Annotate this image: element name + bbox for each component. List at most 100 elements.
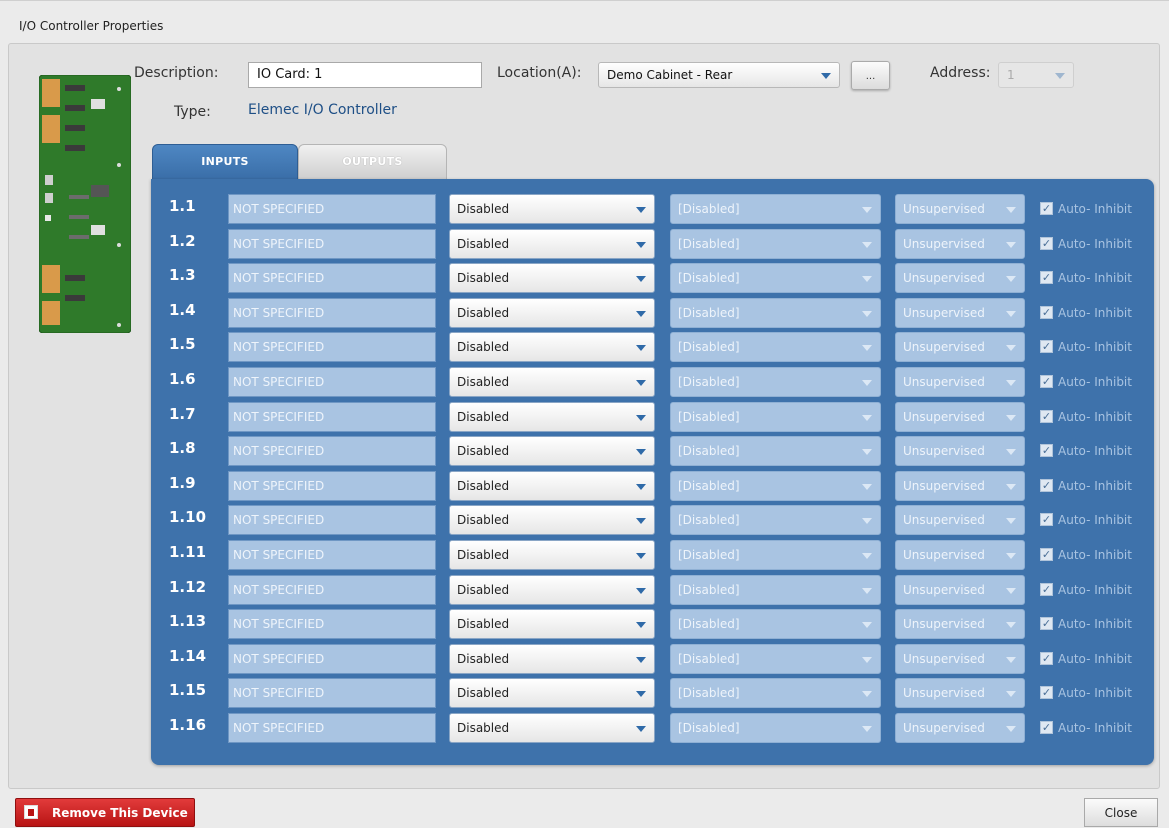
input-supervision-select[interactable]: Unsupervised [895, 575, 1025, 605]
input-supervision-select[interactable]: Unsupervised [895, 194, 1025, 224]
input-name-field[interactable]: NOT SPECIFIED [228, 332, 436, 362]
auto-inhibit-checkbox[interactable]: ✓ [1040, 202, 1053, 215]
input-supervision-select[interactable]: Unsupervised [895, 609, 1025, 639]
input-name-field[interactable]: NOT SPECIFIED [228, 402, 436, 432]
auto-inhibit-checkbox[interactable]: ✓ [1040, 479, 1053, 492]
auto-inhibit-checkbox[interactable]: ✓ [1040, 444, 1053, 457]
input-name-field[interactable]: NOT SPECIFIED [228, 471, 436, 501]
tab-outputs[interactable]: OUTPUTS [298, 144, 447, 180]
chevron-down-icon [862, 207, 872, 213]
input-mode-select[interactable]: Disabled [449, 713, 655, 743]
input-mode-select[interactable]: Disabled [449, 505, 655, 535]
input-action-select[interactable]: [Disabled] [670, 436, 881, 466]
auto-inhibit-checkbox[interactable]: ✓ [1040, 617, 1053, 630]
input-supervision-select[interactable]: Unsupervised [895, 471, 1025, 501]
input-supervision-select[interactable]: Unsupervised [895, 229, 1025, 259]
input-supervision-select[interactable]: Unsupervised [895, 644, 1025, 674]
input-name-field[interactable]: NOT SPECIFIED [228, 540, 436, 570]
input-action-select[interactable]: [Disabled] [670, 678, 881, 708]
input-action-select[interactable]: [Disabled] [670, 644, 881, 674]
chevron-down-icon [636, 276, 646, 282]
input-mode-select[interactable]: Disabled [449, 367, 655, 397]
input-action-select[interactable]: [Disabled] [670, 263, 881, 293]
chevron-down-icon [862, 345, 872, 351]
auto-inhibit-checkbox[interactable]: ✓ [1040, 513, 1053, 526]
input-action-select[interactable]: [Disabled] [670, 609, 881, 639]
auto-inhibit-label: Auto- Inhibit [1058, 410, 1132, 424]
input-name-field[interactable]: NOT SPECIFIED [228, 678, 436, 708]
input-action-select[interactable]: [Disabled] [670, 194, 881, 224]
input-action-select[interactable]: [Disabled] [670, 229, 881, 259]
input-mode-select[interactable]: Disabled [449, 332, 655, 362]
input-supervision-select[interactable]: Unsupervised [895, 713, 1025, 743]
auto-inhibit-checkbox[interactable]: ✓ [1040, 721, 1053, 734]
chevron-down-icon [636, 588, 646, 594]
input-name-field[interactable]: NOT SPECIFIED [228, 644, 436, 674]
input-mode-select[interactable]: Disabled [449, 298, 655, 328]
input-action-select[interactable]: [Disabled] [670, 575, 881, 605]
input-name-field[interactable]: NOT SPECIFIED [228, 609, 436, 639]
input-mode-select[interactable]: Disabled [449, 644, 655, 674]
close-button[interactable]: Close [1084, 798, 1158, 827]
auto-inhibit-checkbox[interactable]: ✓ [1040, 340, 1053, 353]
auto-inhibit-checkbox[interactable]: ✓ [1040, 271, 1053, 284]
address-select[interactable]: 1 [998, 62, 1074, 88]
description-input[interactable]: IO Card: 1 [248, 62, 482, 88]
input-name-field[interactable]: NOT SPECIFIED [228, 367, 436, 397]
chevron-down-icon [636, 484, 646, 490]
input-action-select[interactable]: [Disabled] [670, 298, 881, 328]
input-supervision-select[interactable]: Unsupervised [895, 298, 1025, 328]
input-action-select[interactable]: [Disabled] [670, 367, 881, 397]
input-mode-select[interactable]: Disabled [449, 575, 655, 605]
input-supervision-select[interactable]: Unsupervised [895, 402, 1025, 432]
auto-inhibit-checkbox[interactable]: ✓ [1040, 375, 1053, 388]
input-mode-select[interactable]: Disabled [449, 540, 655, 570]
auto-inhibit-label: Auto- Inhibit [1058, 583, 1132, 597]
auto-inhibit-checkbox[interactable]: ✓ [1040, 410, 1053, 423]
input-action-select[interactable]: [Disabled] [670, 402, 881, 432]
remove-device-button[interactable]: Remove This Device [15, 798, 195, 827]
input-number: 1.7 [169, 405, 196, 423]
input-mode-select[interactable]: Disabled [449, 436, 655, 466]
input-supervision-select[interactable]: Unsupervised [895, 332, 1025, 362]
input-name-field[interactable]: NOT SPECIFIED [228, 194, 436, 224]
input-name-field[interactable]: NOT SPECIFIED [228, 505, 436, 535]
auto-inhibit-checkbox[interactable]: ✓ [1040, 237, 1053, 250]
tab-inputs[interactable]: INPUTS [152, 144, 298, 180]
input-name-field[interactable]: NOT SPECIFIED [228, 575, 436, 605]
browse-location-button[interactable]: ... [851, 61, 890, 90]
auto-inhibit-checkbox[interactable]: ✓ [1040, 686, 1053, 699]
location-select[interactable]: Demo Cabinet - Rear [598, 62, 840, 88]
auto-inhibit-checkbox[interactable]: ✓ [1040, 652, 1053, 665]
input-supervision-select[interactable]: Unsupervised [895, 367, 1025, 397]
input-mode-select[interactable]: Disabled [449, 609, 655, 639]
input-mode-select[interactable]: Disabled [449, 402, 655, 432]
input-mode-select[interactable]: Disabled [449, 471, 655, 501]
input-supervision-select[interactable]: Unsupervised [895, 505, 1025, 535]
input-action-select[interactable]: [Disabled] [670, 505, 881, 535]
input-supervision-select[interactable]: Unsupervised [895, 436, 1025, 466]
auto-inhibit-checkbox[interactable]: ✓ [1040, 548, 1053, 561]
chevron-down-icon [1006, 311, 1016, 317]
input-name-field[interactable]: NOT SPECIFIED [228, 436, 436, 466]
input-mode-select[interactable]: Disabled [449, 263, 655, 293]
input-mode-select[interactable]: Disabled [449, 229, 655, 259]
input-supervision-select[interactable]: Unsupervised [895, 540, 1025, 570]
input-supervision-select[interactable]: Unsupervised [895, 263, 1025, 293]
chevron-down-icon [1006, 345, 1016, 351]
input-mode-select[interactable]: Disabled [449, 678, 655, 708]
input-name-field[interactable]: NOT SPECIFIED [228, 263, 436, 293]
input-row: 1.10 NOT SPECIFIED Disabled [Disabled] Unsup… [151, 505, 1154, 535]
input-supervision-select[interactable]: Unsupervised [895, 678, 1025, 708]
input-action-select[interactable]: [Disabled] [670, 332, 881, 362]
input-name-field[interactable]: NOT SPECIFIED [228, 298, 436, 328]
input-action-select[interactable]: [Disabled] [670, 471, 881, 501]
auto-inhibit-checkbox[interactable]: ✓ [1040, 583, 1053, 596]
chevron-down-icon [862, 484, 872, 490]
auto-inhibit-checkbox[interactable]: ✓ [1040, 306, 1053, 319]
input-action-select[interactable]: [Disabled] [670, 540, 881, 570]
input-action-select[interactable]: [Disabled] [670, 713, 881, 743]
input-name-field[interactable]: NOT SPECIFIED [228, 713, 436, 743]
input-name-field[interactable]: NOT SPECIFIED [228, 229, 436, 259]
input-mode-select[interactable]: Disabled [449, 194, 655, 224]
